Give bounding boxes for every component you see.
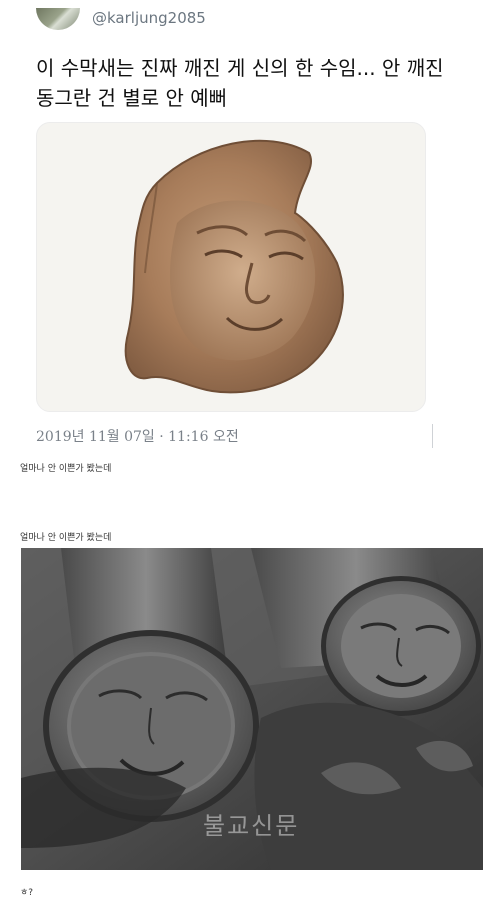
caption-second: 얼마나 안 이쁜가 봤는데 [20, 533, 112, 543]
photo-watermark: 불교신문 [203, 812, 300, 840]
tweet-image-broken-tile[interactable] [36, 122, 426, 412]
tweet-text: 이 수막새는 진짜 깨진 게 신의 한 수임... 안 깨진 동그란 건 별로 … [36, 56, 444, 110]
user-handle[interactable]: @karljung2085 [92, 9, 206, 27]
tweet-timestamp[interactable]: 2019년 11월 07일 · 11:16 오전 [36, 426, 239, 446]
avatar[interactable] [36, 8, 80, 30]
tweet-card: @karljung2085 이 수막새는 진짜 깨진 게 신의 한 수임... … [0, 0, 500, 455]
caption-first: 얼마나 안 이쁜가 봤는데 [20, 464, 112, 474]
caption-bottom: ㅎ? [20, 888, 34, 898]
scrollbar-divider [432, 424, 433, 448]
photo-roof-tiles[interactable]: 불교신문 [21, 548, 483, 870]
broken-roof-tile-mask-illustration [124, 139, 344, 394]
